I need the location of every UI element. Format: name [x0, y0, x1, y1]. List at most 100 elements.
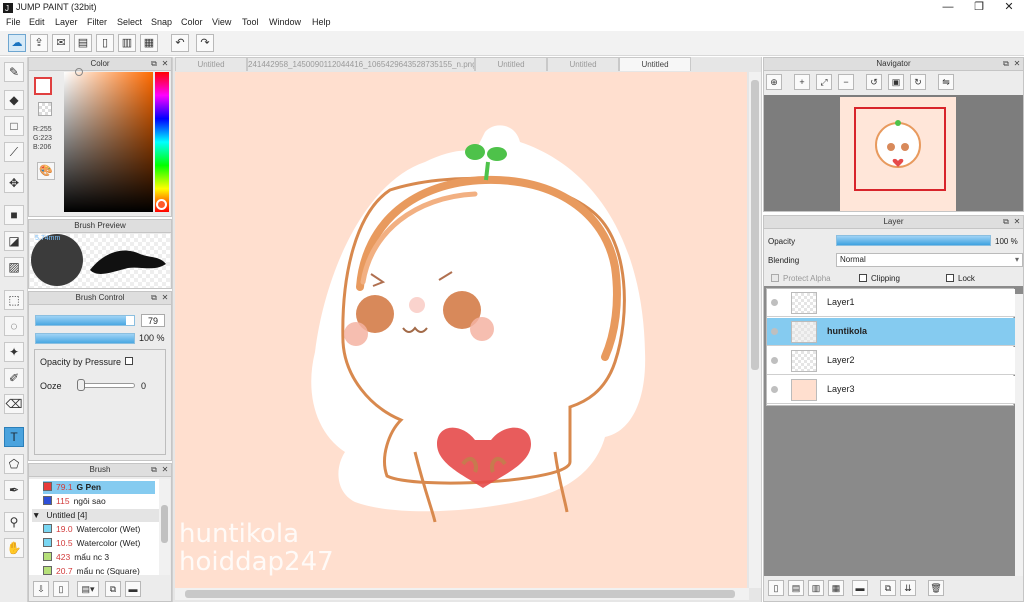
brush-item-mau-nc-3[interactable]: 423 mẩu nc 3 [43, 551, 153, 564]
saturation-value-picker[interactable] [64, 68, 153, 212]
canvas-vertical-scrollbar[interactable] [749, 72, 761, 588]
secondary-color-swatch[interactable] [38, 102, 52, 116]
new-halftone-layer-icon[interactable]: ▤ [788, 580, 804, 596]
rotate-left-icon[interactable]: ↺ [866, 74, 882, 90]
brush-copy-icon[interactable]: ⧉ [105, 581, 121, 597]
canvas-vscroll-thumb[interactable] [751, 80, 759, 370]
layer-list-scrollbar[interactable] [1015, 294, 1023, 576]
brush-item-watercolor-wet-2[interactable]: 10.5 Watercolor (Wet) [43, 537, 153, 550]
tab-image-file[interactable]: 241442958_1450090112044416_1065429643528… [247, 57, 475, 71]
protect-alpha-checkbox[interactable] [771, 274, 779, 282]
panel-close-icon[interactable]: ✕ [160, 293, 170, 303]
brush-size-input[interactable]: 79 [141, 314, 165, 327]
brush-new-icon[interactable]: ▯ [53, 581, 69, 597]
reset-view-icon[interactable]: ▣ [888, 74, 904, 90]
zoom-fit-icon[interactable]: ⊕ [766, 74, 782, 90]
tab-untitled-2[interactable]: Untitled [475, 57, 547, 71]
pen-icon[interactable]: ✒ [4, 480, 24, 500]
menu-color[interactable]: Color [181, 17, 203, 27]
menu-help[interactable]: Help [312, 17, 331, 27]
layer-opacity-slider[interactable] [836, 235, 991, 246]
brush-size-slider[interactable] [35, 315, 135, 326]
bucket-icon[interactable]: ◪ [4, 231, 24, 251]
brush-item-g-pen[interactable]: 79.1 G Pen [43, 481, 155, 494]
ooze-slider[interactable] [77, 383, 135, 388]
magic-wand-icon[interactable]: ✦ [4, 342, 24, 362]
new-layer-icon[interactable]: ▯ [768, 580, 784, 596]
text-icon[interactable]: T [4, 427, 24, 447]
select-eraser-icon[interactable]: ⌫ [4, 394, 24, 414]
panel-close-icon[interactable]: ✕ [1012, 217, 1022, 227]
minimize-button[interactable]: — [931, 0, 965, 16]
grid-icon[interactable]: ▦ [140, 34, 158, 52]
new-tone-layer-icon[interactable]: ▦ [828, 580, 844, 596]
close-window-button[interactable]: ✕ [992, 0, 1024, 16]
brush-download-icon[interactable]: ⇩ [33, 581, 49, 597]
panel-float-icon[interactable]: ⧉ [1001, 59, 1011, 69]
visibility-icon[interactable] [771, 357, 778, 364]
brush-folder-icon[interactable]: ▬ [125, 581, 141, 597]
visibility-icon[interactable] [771, 386, 778, 393]
brush-menu-icon[interactable]: ▤▾ [77, 581, 99, 597]
board-icon[interactable]: ▤ [74, 34, 92, 52]
rect-icon[interactable]: □ [4, 116, 24, 136]
hue-handle[interactable] [156, 199, 167, 210]
primary-color-swatch[interactable] [34, 77, 52, 95]
menu-filter[interactable]: Filter [87, 17, 107, 27]
tab-untitled-3[interactable]: Untitled [547, 57, 619, 71]
new-8bit-layer-icon[interactable]: ▥ [808, 580, 824, 596]
brush-icon[interactable]: ✎ [4, 62, 24, 82]
canvas-horizontal-scrollbar[interactable] [175, 588, 749, 600]
tab-untitled-active[interactable]: Untitled [619, 57, 691, 71]
menu-view[interactable]: View [212, 17, 231, 27]
new-folder-icon[interactable]: ▬ [852, 580, 868, 596]
lasso-icon[interactable]: ◌ [4, 316, 24, 336]
brush-group-untitled[interactable]: ▼ Untitled [4] [32, 509, 159, 522]
menu-select[interactable]: Select [117, 17, 142, 27]
gradient-icon[interactable]: ▨ [4, 257, 24, 277]
eyedropper-icon[interactable]: ⚲ [4, 512, 24, 532]
visibility-icon[interactable] [771, 328, 778, 335]
eraser-icon[interactable]: ◆ [4, 90, 24, 110]
rect-select-icon[interactable]: ⬚ [4, 290, 24, 310]
clipping-checkbox[interactable] [859, 274, 867, 282]
brush-item-watercolor-wet-1[interactable]: 19.0 Watercolor (Wet) [43, 523, 153, 536]
fill-square-icon[interactable]: ■ [4, 205, 24, 225]
cloud-icon[interactable]: ☁ [8, 34, 26, 52]
page-icon[interactable]: ▯ [96, 34, 114, 52]
duplicate-layer-icon[interactable]: ⧉ [880, 580, 896, 596]
flip-icon[interactable]: ⇋ [938, 74, 954, 90]
panel-close-icon[interactable]: ✕ [160, 59, 170, 69]
visibility-icon[interactable] [771, 299, 778, 306]
zoom-out-icon[interactable]: − [838, 74, 854, 90]
menu-edit[interactable]: Edit [29, 17, 45, 27]
zoom-in-icon[interactable]: + [794, 74, 810, 90]
layer-row-layer2[interactable]: Layer2 [767, 347, 1015, 375]
tab-untitled-1[interactable]: Untitled [175, 57, 247, 71]
brush-list-scrollbar[interactable] [159, 479, 170, 575]
panel-close-icon[interactable]: ✕ [160, 465, 170, 475]
select-pen-icon[interactable]: ✐ [4, 368, 24, 388]
fit-window-icon[interactable]: ⤢ [816, 74, 832, 90]
menu-layer[interactable]: Layer [55, 17, 78, 27]
maximize-button[interactable]: ❐ [962, 0, 996, 16]
panel-float-icon[interactable]: ⧉ [149, 293, 159, 303]
menu-tool[interactable]: Tool [242, 17, 259, 27]
comment-icon[interactable]: ✉ [52, 34, 70, 52]
hand-icon[interactable]: ✋ [4, 538, 24, 558]
merge-layer-icon[interactable]: ⇊ [900, 580, 916, 596]
layer-row-layer3[interactable]: Layer3 [767, 376, 1015, 404]
drawing-canvas[interactable]: huntikola hoiddap247 [175, 72, 747, 588]
panel-close-icon[interactable]: ✕ [1012, 59, 1022, 69]
polygon-select-icon[interactable]: ⬠ [4, 454, 24, 474]
layer-row-layer1[interactable]: Layer1 [767, 289, 1015, 317]
menu-window[interactable]: Window [269, 17, 301, 27]
export-icon[interactable]: ⇪ [30, 34, 48, 52]
lock-checkbox[interactable] [946, 274, 954, 282]
canvas-hscroll-thumb[interactable] [185, 590, 735, 598]
brush-opacity-slider[interactable] [35, 333, 135, 344]
rotate-right-icon[interactable]: ↻ [910, 74, 926, 90]
panel-float-icon[interactable]: ⧉ [149, 59, 159, 69]
menu-snap[interactable]: Snap [151, 17, 172, 27]
panel-float-icon[interactable]: ⧉ [1001, 217, 1011, 227]
